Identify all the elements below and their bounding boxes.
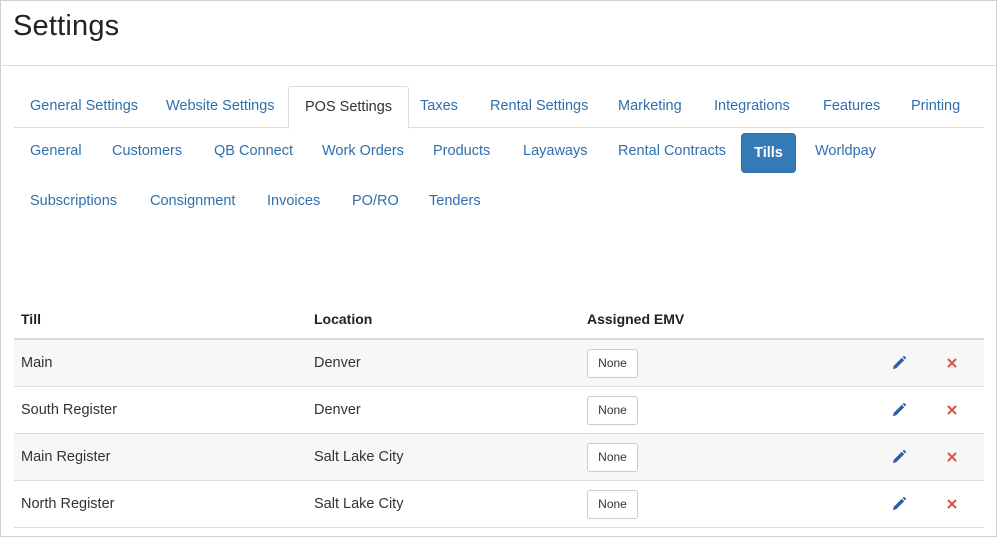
subtab-consignment[interactable]: Consignment: [135, 182, 250, 222]
subtab-customers[interactable]: Customers: [97, 132, 197, 172]
page-title: Settings: [13, 10, 120, 42]
subtab-worldpay[interactable]: Worldpay: [800, 132, 891, 172]
assigned-emv-button[interactable]: None: [587, 396, 638, 425]
subtab-qb-connect[interactable]: QB Connect: [199, 132, 308, 172]
close-icon[interactable]: [944, 355, 960, 371]
primary-tab-bar: General Settings Website Settings POS Se…: [14, 86, 984, 129]
pencil-icon[interactable]: [891, 449, 907, 465]
pencil-icon[interactable]: [891, 496, 907, 512]
tab-marketing[interactable]: Marketing: [602, 86, 698, 128]
tab-features[interactable]: Features: [807, 86, 896, 128]
assigned-emv-button[interactable]: None: [587, 349, 638, 378]
pencil-icon[interactable]: [891, 355, 907, 371]
subtab-products[interactable]: Products: [418, 132, 505, 172]
till-name: Main: [21, 355, 53, 371]
tab-integrations[interactable]: Integrations: [698, 86, 806, 128]
subtab-tills[interactable]: Tills: [741, 133, 796, 173]
subtab-tenders[interactable]: Tenders: [414, 182, 496, 222]
assigned-emv-button[interactable]: None: [587, 443, 638, 472]
subtab-po-ro[interactable]: PO/RO: [337, 182, 414, 222]
close-icon[interactable]: [944, 402, 960, 418]
assigned-emv-button[interactable]: None: [587, 490, 638, 519]
table-row: North Register Salt Lake City None: [14, 481, 984, 528]
till-location: Salt Lake City: [314, 496, 404, 512]
till-location: Salt Lake City: [314, 449, 404, 465]
tab-website-settings[interactable]: Website Settings: [150, 86, 291, 128]
table-row: South Register Denver None: [14, 387, 984, 434]
subtab-subscriptions[interactable]: Subscriptions: [15, 182, 132, 222]
settings-window: Settings General Settings Website Settin…: [0, 0, 997, 537]
tab-pos-settings[interactable]: POS Settings: [288, 86, 410, 129]
till-location: Denver: [314, 355, 361, 371]
page-header: Settings: [2, 2, 997, 66]
column-header-location: Location: [314, 311, 373, 327]
subtab-general[interactable]: General: [15, 132, 97, 172]
pencil-icon[interactable]: [891, 402, 907, 418]
tab-general-settings[interactable]: General Settings: [14, 86, 154, 128]
close-icon[interactable]: [944, 496, 960, 512]
close-icon[interactable]: [944, 449, 960, 465]
subtab-layaways[interactable]: Layaways: [508, 132, 602, 172]
column-header-assigned-emv: Assigned EMV: [587, 311, 685, 327]
tab-rental-settings[interactable]: Rental Settings: [474, 86, 604, 128]
table-row: Main Denver None: [14, 340, 984, 387]
tab-taxes[interactable]: Taxes: [404, 86, 474, 128]
subtab-rental-contracts[interactable]: Rental Contracts: [603, 132, 741, 172]
subtab-work-orders[interactable]: Work Orders: [307, 132, 419, 172]
tab-printing[interactable]: Printing: [895, 86, 976, 128]
subtab-invoices[interactable]: Invoices: [252, 182, 335, 222]
till-name: South Register: [21, 402, 117, 418]
till-name: North Register: [21, 496, 115, 512]
table-row: Main Register Salt Lake City None: [14, 434, 984, 481]
till-name: Main Register: [21, 449, 111, 465]
column-header-till: Till: [21, 311, 41, 327]
till-location: Denver: [314, 402, 361, 418]
